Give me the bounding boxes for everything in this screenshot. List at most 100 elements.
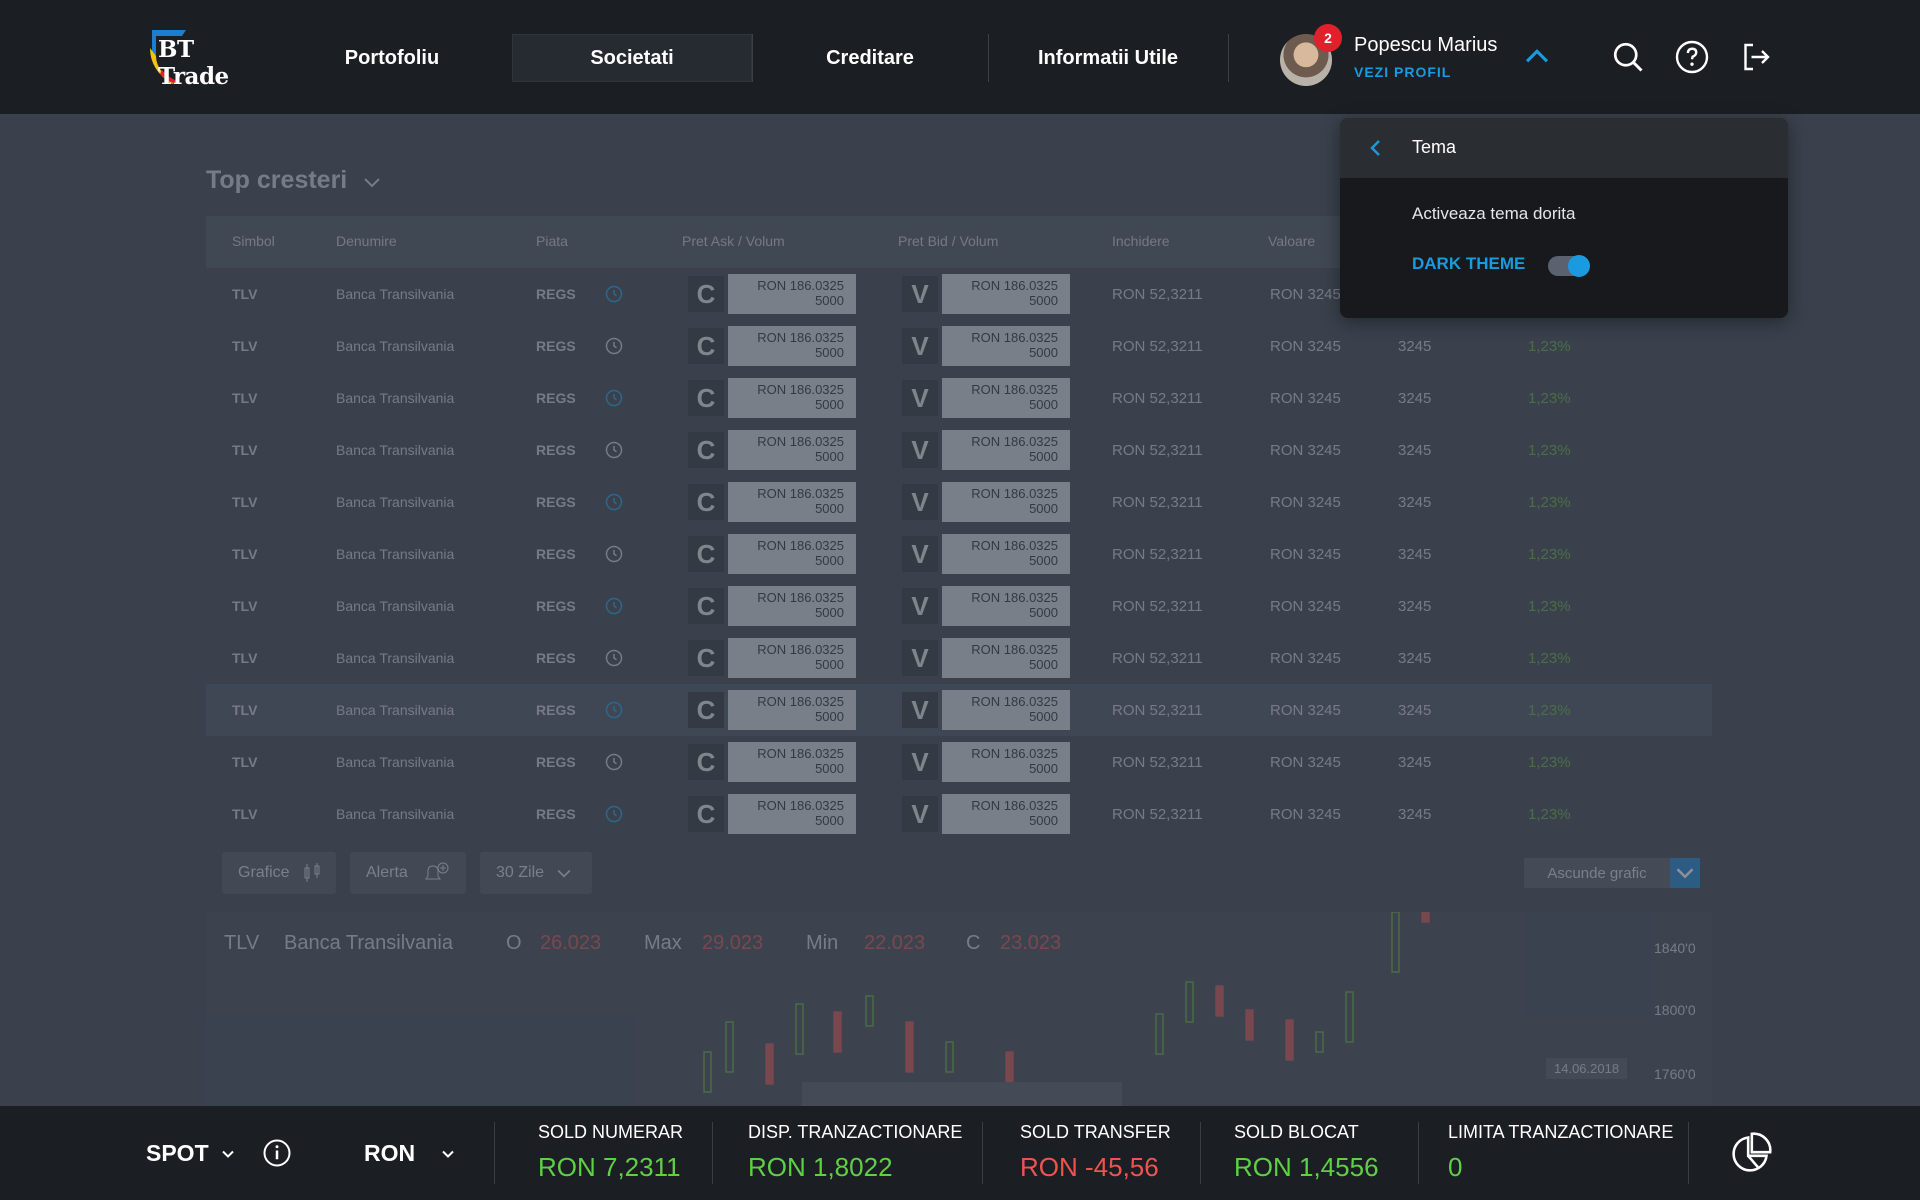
info-icon[interactable]: [262, 1138, 292, 1168]
cell-symbol[interactable]: TLV: [232, 754, 257, 770]
page-title[interactable]: Top cresteri: [206, 166, 347, 195]
table-row[interactable]: TLV Banca Transilvania REGS C RON 186.0325 50…: [206, 788, 1712, 840]
buy-button[interactable]: C: [688, 588, 724, 624]
cell-name[interactable]: Banca Transilvania: [336, 806, 454, 822]
cell-symbol[interactable]: TLV: [232, 286, 257, 302]
sell-button[interactable]: V: [902, 380, 938, 416]
cell-symbol[interactable]: TLV: [232, 702, 257, 718]
cell-name[interactable]: Banca Transilvania: [336, 650, 454, 666]
cell-symbol[interactable]: TLV: [232, 338, 257, 354]
col-denumire[interactable]: Denumire: [336, 233, 397, 249]
hide-chart-toggle[interactable]: [1670, 858, 1700, 888]
dark-theme-toggle[interactable]: [1548, 255, 1590, 277]
col-pret-ask[interactable]: Pret Ask / Volum: [682, 233, 785, 249]
chevron-down-icon[interactable]: [438, 1144, 458, 1164]
cell-name[interactable]: Banca Transilvania: [336, 494, 454, 510]
bid-price-box[interactable]: RON 186.0325 5000: [942, 274, 1070, 314]
table-row[interactable]: TLV Banca Transilvania REGS C RON 186.0325 50…: [206, 476, 1712, 528]
ask-price-box[interactable]: RON 186.0325 5000: [728, 326, 856, 366]
hide-chart-button[interactable]: Ascunde grafic: [1524, 858, 1670, 888]
dark-theme-label[interactable]: DARK THEME: [1412, 254, 1525, 274]
chevron-up-icon[interactable]: [1520, 40, 1554, 74]
sell-button[interactable]: V: [902, 484, 938, 520]
nav-portofoliu[interactable]: Portofoliu: [296, 34, 488, 82]
nav-creditare[interactable]: Creditare: [752, 34, 988, 82]
ask-price-box[interactable]: RON 186.0325 5000: [728, 430, 856, 470]
buy-button[interactable]: C: [688, 796, 724, 832]
grafice-button[interactable]: Grafice: [222, 852, 336, 894]
col-simbol[interactable]: Simbol: [232, 233, 275, 249]
cell-name[interactable]: Banca Transilvania: [336, 754, 454, 770]
table-row[interactable]: TLV Banca Transilvania REGS C RON 186.0325 50…: [206, 736, 1712, 788]
buy-button[interactable]: C: [688, 692, 724, 728]
sell-button[interactable]: V: [902, 640, 938, 676]
buy-button[interactable]: C: [688, 432, 724, 468]
col-valoare[interactable]: Valoare: [1268, 233, 1315, 249]
bid-price-box[interactable]: RON 186.0325 5000: [942, 482, 1070, 522]
cell-symbol[interactable]: TLV: [232, 546, 257, 562]
bid-price-box[interactable]: RON 186.0325 5000: [942, 378, 1070, 418]
cell-name[interactable]: Banca Transilvania: [336, 390, 454, 406]
cell-name[interactable]: Banca Transilvania: [336, 546, 454, 562]
cell-symbol[interactable]: TLV: [232, 494, 257, 510]
ask-price-box[interactable]: RON 186.0325 5000: [728, 274, 856, 314]
ask-price-box[interactable]: RON 186.0325 5000: [728, 690, 856, 730]
sell-button[interactable]: V: [902, 276, 938, 312]
buy-button[interactable]: C: [688, 744, 724, 780]
table-row[interactable]: TLV Banca Transilvania REGS C RON 186.0325 50…: [206, 580, 1712, 632]
bid-price-box[interactable]: RON 186.0325 5000: [942, 430, 1070, 470]
ask-price-box[interactable]: RON 186.0325 5000: [728, 742, 856, 782]
buy-button[interactable]: C: [688, 640, 724, 676]
back-chevron-icon[interactable]: [1364, 136, 1388, 160]
nav-informatii-utile[interactable]: Informatii Utile: [988, 34, 1228, 82]
table-row[interactable]: TLV Banca Transilvania REGS C RON 186.0325 50…: [206, 632, 1712, 684]
sell-button[interactable]: V: [902, 432, 938, 468]
ask-price-box[interactable]: RON 186.0325 5000: [728, 794, 856, 834]
sell-button[interactable]: V: [902, 328, 938, 364]
view-profile-link[interactable]: VEZI PROFIL: [1354, 64, 1451, 80]
pie-chart-icon[interactable]: [1728, 1132, 1772, 1176]
buy-button[interactable]: C: [688, 536, 724, 572]
cell-symbol[interactable]: TLV: [232, 806, 257, 822]
col-pret-bid[interactable]: Pret Bid / Volum: [898, 233, 998, 249]
period-select[interactable]: 30 Zile: [480, 852, 592, 894]
buy-button[interactable]: C: [688, 484, 724, 520]
logout-icon[interactable]: [1738, 39, 1774, 75]
ask-price-box[interactable]: RON 186.0325 5000: [728, 586, 856, 626]
bid-price-box[interactable]: RON 186.0325 5000: [942, 742, 1070, 782]
bid-price-box[interactable]: RON 186.0325 5000: [942, 326, 1070, 366]
chevron-down-icon[interactable]: [218, 1144, 238, 1164]
cell-symbol[interactable]: TLV: [232, 390, 257, 406]
buy-button[interactable]: C: [688, 276, 724, 312]
currency-select[interactable]: RON: [364, 1140, 415, 1167]
notification-badge[interactable]: 2: [1314, 24, 1342, 52]
bid-price-box[interactable]: RON 186.0325 5000: [942, 794, 1070, 834]
cell-symbol[interactable]: TLV: [232, 442, 257, 458]
bid-price-box[interactable]: RON 186.0325 5000: [942, 586, 1070, 626]
cell-name[interactable]: Banca Transilvania: [336, 338, 454, 354]
help-icon[interactable]: [1674, 39, 1710, 75]
cell-name[interactable]: Banca Transilvania: [336, 598, 454, 614]
ask-price-box[interactable]: RON 186.0325 5000: [728, 638, 856, 678]
table-row[interactable]: TLV Banca Transilvania REGS C RON 186.0325 50…: [206, 320, 1712, 372]
sell-button[interactable]: V: [902, 796, 938, 832]
ask-price-box[interactable]: RON 186.0325 5000: [728, 534, 856, 574]
sell-button[interactable]: V: [902, 536, 938, 572]
chevron-down-icon[interactable]: [360, 170, 384, 194]
alerta-button[interactable]: Alerta: [350, 852, 466, 894]
buy-button[interactable]: C: [688, 380, 724, 416]
cell-symbol[interactable]: TLV: [232, 598, 257, 614]
ask-price-box[interactable]: RON 186.0325 5000: [728, 378, 856, 418]
table-row[interactable]: TLV Banca Transilvania REGS C RON 186.0325 50…: [206, 424, 1712, 476]
bid-price-box[interactable]: RON 186.0325 5000: [942, 690, 1070, 730]
sell-button[interactable]: V: [902, 744, 938, 780]
cell-name[interactable]: Banca Transilvania: [336, 286, 454, 302]
bid-price-box[interactable]: RON 186.0325 5000: [942, 638, 1070, 678]
bt-trade-logo[interactable]: BT Trade: [146, 26, 256, 90]
sell-button[interactable]: V: [902, 588, 938, 624]
table-row[interactable]: TLV Banca Transilvania REGS C RON 186.0325 50…: [206, 528, 1712, 580]
bid-price-box[interactable]: RON 186.0325 5000: [942, 534, 1070, 574]
cell-name[interactable]: Banca Transilvania: [336, 442, 454, 458]
search-icon[interactable]: [1610, 39, 1646, 75]
nav-societati[interactable]: Societati: [512, 34, 752, 82]
